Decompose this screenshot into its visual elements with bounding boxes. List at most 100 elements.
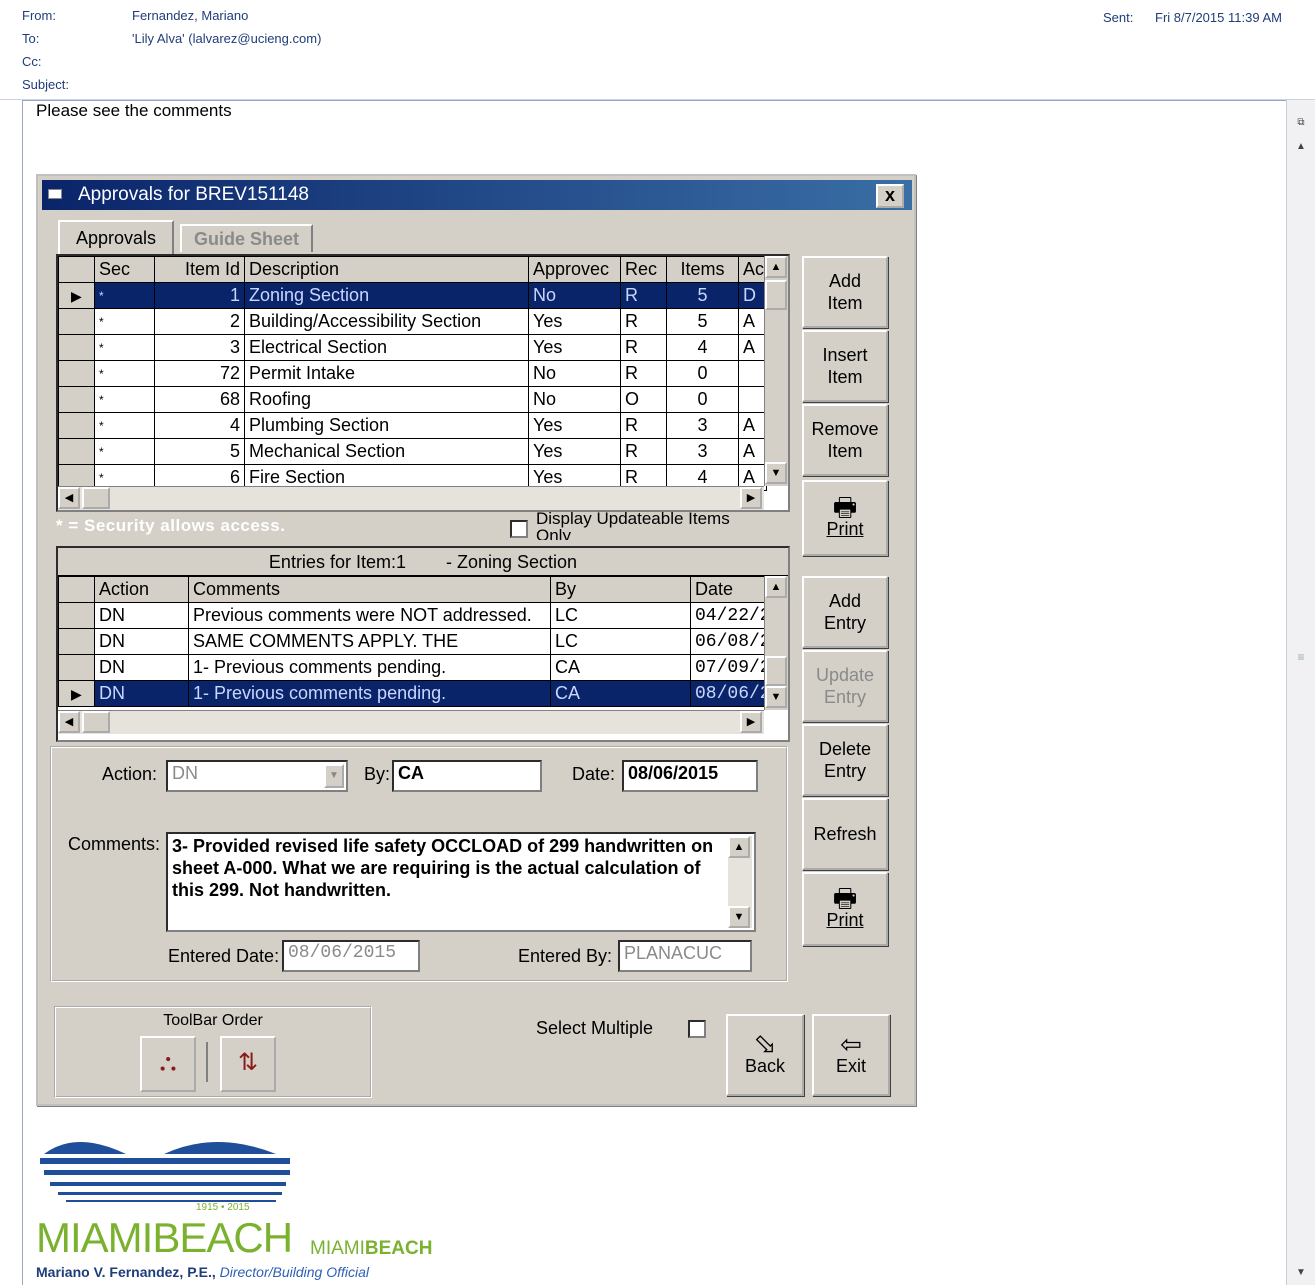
scroll-up-icon[interactable]: ▲ <box>765 576 787 598</box>
cell-item-id[interactable]: 72 <box>154 360 245 387</box>
cell-date[interactable]: 08/06/201 <box>690 680 767 707</box>
scroll-left-icon[interactable]: ◀ <box>58 711 80 733</box>
delete-entry-button[interactable]: Delete Entry <box>802 724 888 796</box>
cell-sec[interactable]: * <box>94 360 155 387</box>
cell-action[interactable]: DN <box>94 628 189 655</box>
cell-items[interactable]: 5 <box>666 308 739 335</box>
cell-rec[interactable]: R <box>620 334 667 361</box>
entry-row[interactable]: DN1- Previous comments pending.CA07/09/2… <box>58 654 767 681</box>
col-header[interactable]: Comments <box>188 576 551 603</box>
scroll-down-icon[interactable]: ▼ <box>1291 1264 1311 1282</box>
update-entry-button[interactable]: Update Entry <box>802 650 888 722</box>
scroll-thumb[interactable] <box>765 280 787 310</box>
row-selector[interactable]: ▶ <box>58 282 95 309</box>
date-field[interactable]: 08/06/2015 <box>622 760 758 792</box>
chevron-down-icon[interactable]: ▼ <box>324 764 344 788</box>
col-header[interactable]: By <box>550 576 691 603</box>
add-entry-button[interactable]: Add Entry <box>802 576 888 648</box>
cell-item-id[interactable]: 68 <box>154 386 245 413</box>
row-selector[interactable] <box>58 602 95 629</box>
cell-by[interactable]: CA <box>550 680 691 707</box>
cell-sec[interactable]: * <box>94 438 155 465</box>
hierarchy-icon[interactable]: ⛬ <box>140 1036 196 1092</box>
cell-ac[interactable]: A <box>738 334 767 361</box>
entry-row[interactable]: ▶ DN 1- Previous comments pending. CA 08/06/… <box>58 680 767 707</box>
dialog-titlebar[interactable]: Approvals for BREV151148 x <box>42 180 912 210</box>
cell-sec[interactable]: * <box>94 334 155 361</box>
approvals-hscroll[interactable]: ◀ ▶ <box>58 486 764 510</box>
cell-comment[interactable]: Previous comments were NOT addressed. <box>188 602 551 629</box>
cell-ac[interactable]: A <box>738 308 767 335</box>
entries-vscroll[interactable]: ▲ ▼ <box>764 576 788 710</box>
row-selector[interactable] <box>58 412 95 439</box>
cell-description[interactable]: Zoning Section <box>244 282 529 309</box>
row-selector[interactable] <box>58 654 95 681</box>
cell-sec[interactable]: * <box>94 282 155 309</box>
message-scrollbar[interactable]: ⧉ ▲ ≡ ▼ <box>1286 100 1315 1285</box>
cell-comment[interactable]: 1- Previous comments pending. <box>188 654 551 681</box>
cell-action[interactable]: DN <box>94 654 189 681</box>
cell-description[interactable]: Permit Intake <box>244 360 529 387</box>
cell-approved[interactable]: No <box>528 282 621 309</box>
col-header[interactable]: Items <box>666 256 739 283</box>
by-field[interactable]: CA <box>392 760 542 792</box>
scroll-right-icon[interactable]: ▶ <box>740 487 762 509</box>
scroll-right-icon[interactable]: ▶ <box>740 711 762 733</box>
col-header[interactable]: Sec <box>94 256 155 283</box>
cell-items[interactable]: 3 <box>666 412 739 439</box>
col-header[interactable]: Rec <box>620 256 667 283</box>
cell-approved[interactable]: Yes <box>528 412 621 439</box>
scroll-thumb[interactable] <box>765 656 787 686</box>
print-items-button[interactable]: 🖶 Print <box>802 480 888 556</box>
scroll-left-icon[interactable]: ◀ <box>58 487 80 509</box>
to-value[interactable]: 'Lily Alva' (lalvarez@ucieng.com) <box>132 31 321 46</box>
approvals-vscroll[interactable]: ▲ ▼ <box>764 256 788 486</box>
entry-row[interactable]: DN Previous comments were NOT addressed. L… <box>58 602 767 629</box>
cell-rec[interactable]: R <box>620 412 667 439</box>
cell-items[interactable]: 3 <box>666 438 739 465</box>
cell-description[interactable]: Electrical Section <box>244 334 529 361</box>
cell-ac[interactable]: D <box>738 282 767 309</box>
refresh-button[interactable]: Refresh <box>802 798 888 870</box>
cell-sec[interactable]: * <box>94 412 155 439</box>
cell-comment[interactable]: SAME COMMENTS APPLY. THE <box>188 628 551 655</box>
cell-approved[interactable]: Yes <box>528 334 621 361</box>
resize-icon[interactable]: ⧉ <box>1291 114 1311 132</box>
scroll-down-icon[interactable]: ▼ <box>765 686 787 708</box>
cell-items[interactable]: 5 <box>666 282 739 309</box>
cell-rec[interactable]: R <box>620 360 667 387</box>
row-selector[interactable] <box>58 360 95 387</box>
cell-sec[interactable]: * <box>94 308 155 335</box>
approval-row[interactable]: * 4 Plumbing Section Yes R 3 A <box>58 412 767 439</box>
display-updateable-checkbox[interactable] <box>510 520 528 538</box>
row-selector[interactable] <box>58 628 95 655</box>
cell-description[interactable]: Building/Accessibility Section <box>244 308 529 335</box>
cell-item-id[interactable]: 1 <box>154 282 245 309</box>
scroll-grip-icon[interactable]: ≡ <box>1291 650 1311 670</box>
print-entries-button[interactable]: 🖶 Print <box>802 872 888 946</box>
cell-sec[interactable]: * <box>94 386 155 413</box>
cell-ac[interactable] <box>738 360 767 387</box>
col-header[interactable]: Approvec <box>528 256 621 283</box>
cell-action[interactable]: DN <box>94 680 189 707</box>
approval-row[interactable]: * 68 Roofing No O 0 <box>58 386 767 413</box>
col-header[interactable]: Item Id <box>154 256 245 283</box>
cell-items[interactable]: 4 <box>666 334 739 361</box>
cell-ac[interactable]: A <box>738 438 767 465</box>
cell-by[interactable]: CA <box>550 654 691 681</box>
cell-approved[interactable]: Yes <box>528 438 621 465</box>
cell-rec[interactable]: R <box>620 282 667 309</box>
cell-item-id[interactable]: 5 <box>154 438 245 465</box>
insert-item-button[interactable]: Insert Item <box>802 330 888 402</box>
action-select[interactable]: DN <box>166 760 348 792</box>
row-selector[interactable] <box>58 386 95 413</box>
approval-row[interactable]: * 2 Building/Accessibility Section Yes R 5 A <box>58 308 767 335</box>
col-header[interactable]: Date <box>690 576 767 603</box>
approval-row[interactable]: ▶ * 1 Zoning Section No R 5 D <box>58 282 767 309</box>
cell-description[interactable]: Plumbing Section <box>244 412 529 439</box>
cell-by[interactable]: LC <box>550 602 691 629</box>
scroll-down-icon[interactable]: ▼ <box>765 462 787 484</box>
cell-description[interactable]: Roofing <box>244 386 529 413</box>
cell-action[interactable]: DN <box>94 602 189 629</box>
cell-item-id[interactable]: 2 <box>154 308 245 335</box>
